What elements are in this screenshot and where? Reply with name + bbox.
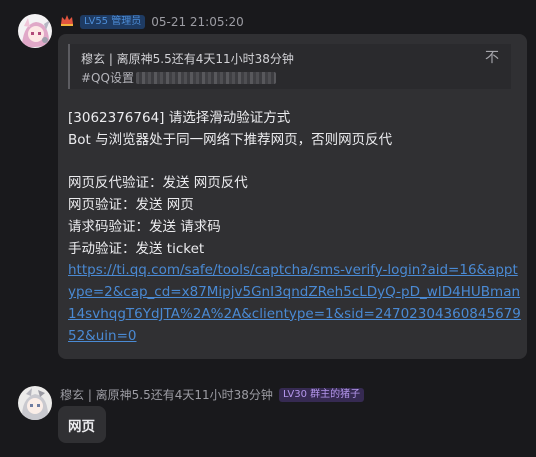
message-text: 网页 xyxy=(68,419,95,435)
avatar-anime-white-hair-icon xyxy=(18,386,52,420)
sender-name[interactable]: 穆玄 | 离原神5.5还有4天11小时38分钟 xyxy=(60,386,273,403)
message-line: 网页验证：发送 网页 xyxy=(68,197,194,213)
message-header: LV55 管理员 05-21 21:05:20 xyxy=(60,14,244,29)
message-line: 手动验证：发送 ticket xyxy=(68,240,205,257)
quote-text: #QQ设置 xyxy=(81,69,276,86)
quote-text-prefix: #QQ设置 xyxy=(81,71,134,85)
quote-close-icon[interactable]: 不 xyxy=(485,47,499,67)
bot-avatar[interactable] xyxy=(18,14,52,48)
message-line: 网页反代验证：发送 网页反代 xyxy=(68,175,248,192)
message-line: Bot 与浏览器处于同一网络下推荐网页，否则网页反代 xyxy=(68,131,393,148)
message-text: [3062376764] 请选择滑动验证方式 Bot 与浏览器处于同一网络下推荐… xyxy=(68,108,522,347)
message-bubble[interactable]: 穆玄 | 离原神5.5还有4天11小时38分钟 #QQ设置 不 [3062376… xyxy=(58,34,527,359)
user-avatar[interactable] xyxy=(18,386,52,420)
level-badge: LV30 群主的猪子 xyxy=(278,387,365,402)
avatar-anime-pink-hair-icon xyxy=(18,14,52,48)
message-timestamp: 05-21 21:05:20 xyxy=(151,14,244,29)
level-badge: LV55 管理员 xyxy=(80,14,146,29)
captcha-verify-link[interactable]: https://ti.qq.com/safe/tools/captcha/sms… xyxy=(68,260,522,347)
reply-quote[interactable]: 穆玄 | 离原神5.5还有4天11小时38分钟 #QQ设置 不 xyxy=(68,44,511,89)
blurred-content xyxy=(135,71,276,84)
chat-window: LV55 管理员 05-21 21:05:20 穆玄 | 离原神5.5还有4天1… xyxy=(0,0,536,457)
message-bubble[interactable]: 网页 xyxy=(58,406,106,443)
quote-author: 穆玄 | 离原神5.5还有4天11小时38分钟 xyxy=(81,52,294,66)
crown-icon xyxy=(60,14,74,29)
message-line: [3062376764] 请选择滑动验证方式 xyxy=(68,110,291,126)
message-line: 请求码验证：发送 请求码 xyxy=(68,218,221,235)
message-header: 穆玄 | 离原神5.5还有4天11小时38分钟 LV30 群主的猪子 xyxy=(60,386,365,403)
